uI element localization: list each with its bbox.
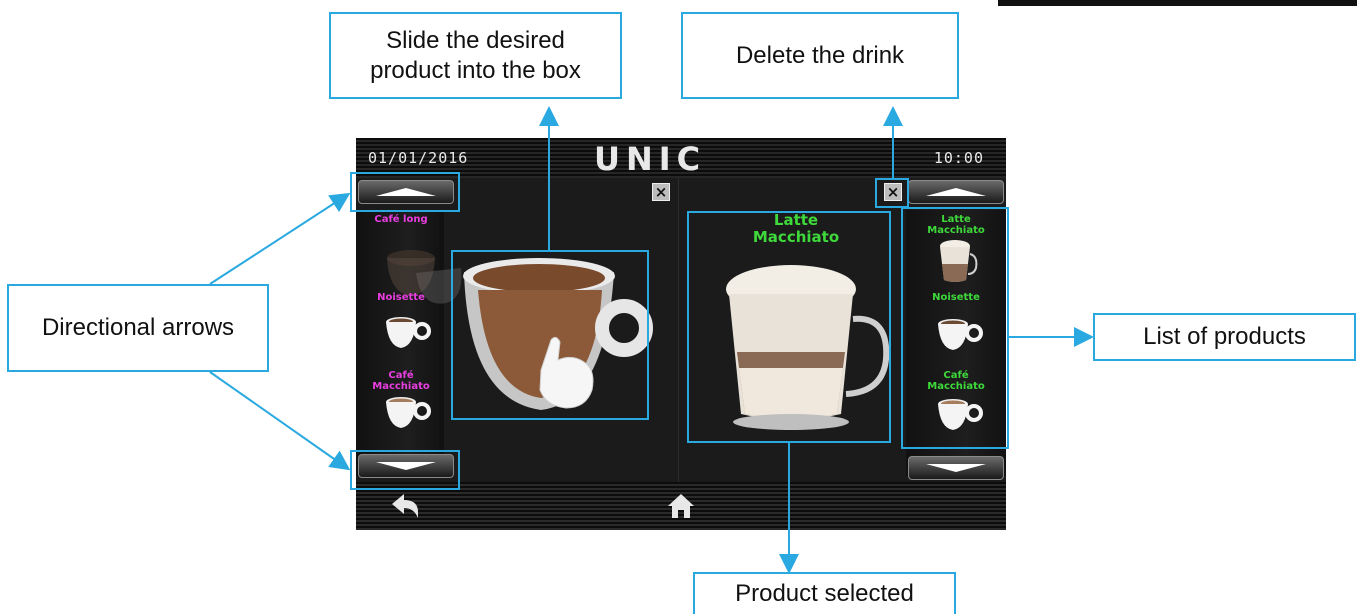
directional-arrows-annotation: Directional arrows — [7, 284, 269, 372]
delete-annotation: Delete the drink — [681, 12, 959, 99]
list-of-products-annotation: List of products — [1093, 313, 1356, 361]
product-selected-annotation: Product selected — [693, 572, 956, 614]
slide-annotation-line2: product into the box — [370, 56, 581, 84]
slide-annotation-line1: Slide the desired — [386, 26, 565, 54]
slide-annotation: Slide the desired product into the box — [329, 12, 622, 99]
